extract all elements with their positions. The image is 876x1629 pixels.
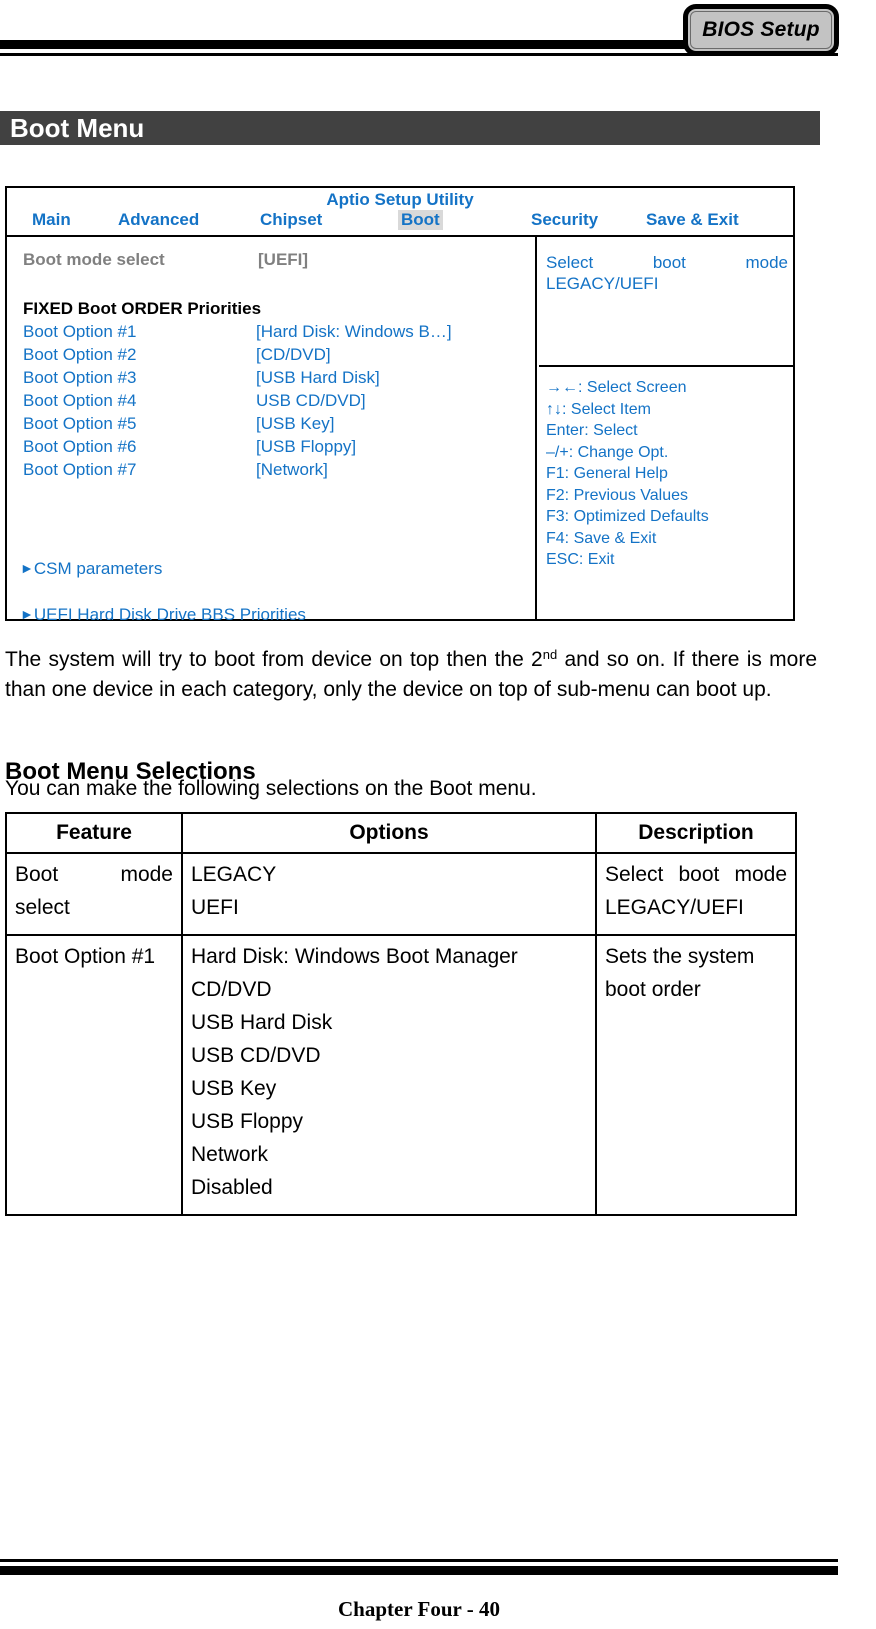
option-item: UEFI (191, 896, 239, 919)
bios-help-description-text: Select boot mode LEGACY/UEFI (546, 253, 788, 293)
boot-option-label: Boot Option #5 (23, 414, 137, 433)
fixed-boot-order-heading: FIXED Boot ORDER Priorities (23, 299, 262, 318)
boot-option-row[interactable]: Boot Option #5 [USB Key] (7, 414, 537, 437)
selections-intro-text: You can make the following selections on… (5, 777, 537, 800)
option-item: Network (191, 1143, 269, 1166)
boot-option-label: Boot Option #2 (23, 345, 137, 364)
bios-setup-badge: BIOS Setup (683, 4, 839, 56)
boot-options-list: Boot Option #1 [Hard Disk: Windows B…] B… (7, 322, 537, 483)
cell-feature: Boot Option #1 (5, 934, 183, 1216)
footer-rule-thick (0, 1566, 838, 1575)
column-header-description: Description (595, 812, 797, 854)
triangle-right-icon: ► (20, 560, 34, 576)
bios-screen-mockup: Aptio Setup Utility Main Advanced Chipse… (5, 186, 795, 624)
table-row: Boot mode select LEGACY UEFI Select boot… (5, 852, 797, 936)
boot-option-label: Boot Option #3 (23, 368, 137, 387)
ordinal-superscript: nd (542, 647, 558, 662)
boot-mode-select-value[interactable]: [UEFI] (258, 250, 308, 270)
boot-option-row[interactable]: Boot Option #1 [Hard Disk: Windows B…] (7, 322, 537, 345)
bios-help-pane: Select boot mode LEGACY/UEFI →←: Select … (539, 237, 793, 621)
cell-description: Sets the system boot order (595, 934, 797, 1216)
key-legend-change-opt: –/+: Change Opt. (546, 443, 669, 461)
boot-option-value[interactable]: [Network] (256, 460, 328, 480)
submenu-label: UEFI Hard Disk Drive BBS Priorities (33, 605, 306, 624)
page-footer: Chapter Four - 40 (0, 1545, 876, 1629)
boot-mode-select-row[interactable]: Boot mode select [UEFI] (7, 237, 537, 283)
option-item: USB Key (191, 1077, 277, 1100)
option-item: USB Floppy (191, 1110, 304, 1133)
boot-option-label: Boot Option #7 (23, 460, 137, 479)
table-row: Boot Option #1 Hard Disk: Windows Boot M… (5, 934, 797, 1216)
bios-utility-title: Aptio Setup Utility (326, 190, 474, 209)
description-line: LEGACY/UEFI (605, 896, 744, 919)
key-legend-previous-values: F2: Previous Values (546, 486, 688, 504)
column-header-feature: Feature (5, 812, 183, 854)
tab-save-exit[interactable]: Save & Exit (643, 210, 742, 230)
key-legend-save-exit: F4: Save & Exit (546, 529, 657, 547)
triangle-right-icon: ► (20, 606, 34, 622)
boot-option-row[interactable]: Boot Option #4 USB CD/DVD] (7, 391, 537, 414)
boot-option-value[interactable]: [USB Floppy] (256, 437, 356, 457)
option-item: Hard Disk: Windows Boot Manager (191, 945, 518, 968)
boot-option-label: Boot Option #1 (23, 322, 137, 341)
tab-chipset[interactable]: Chipset (257, 210, 325, 230)
option-item: CD/DVD (191, 978, 272, 1001)
key-legend-select-item: ↑↓: Select Item (546, 400, 651, 418)
bios-setup-badge-label: BIOS Setup (702, 18, 820, 41)
bios-titlebar: Aptio Setup Utility Main Advanced Chipse… (7, 188, 793, 237)
tab-boot[interactable]: Boot (398, 210, 443, 230)
option-item: LEGACY (191, 863, 277, 886)
key-legend-optimized-defaults: F3: Optimized Defaults (546, 508, 709, 525)
cell-feature: Boot mode select (5, 852, 183, 936)
submenu-label: CSM parameters (33, 559, 163, 578)
option-item: USB CD/DVD (191, 1044, 321, 1067)
footer-rule-thin (0, 1559, 838, 1562)
boot-option-row[interactable]: Boot Option #3 [USB Hard Disk] (7, 368, 537, 391)
tab-main[interactable]: Main (29, 210, 74, 230)
bios-help-description-box: Select boot mode LEGACY/UEFI (539, 237, 793, 367)
paragraph-part1: The system will try to boot from device … (5, 648, 543, 671)
footer-page-label: Chapter Four - 40 (338, 1597, 500, 1621)
option-item: Disabled (191, 1176, 273, 1199)
table-header-row: Feature Options Description (5, 812, 797, 854)
boot-option-value[interactable]: [USB Hard Disk] (256, 368, 380, 388)
cell-description: Select boot mode LEGACY/UEFI (595, 852, 797, 936)
section-title-bar: Boot Menu (0, 111, 820, 145)
bios-tab-bar: Main Advanced Chipset Boot Security Save… (7, 210, 793, 234)
key-legend-enter-select: Enter: Select (546, 422, 638, 439)
boot-option-row[interactable]: Boot Option #2 [CD/DVD] (7, 345, 537, 368)
boot-menu-selections-table: Feature Options Description Boot mode se… (5, 812, 797, 1216)
cell-options: LEGACY UEFI (181, 852, 597, 936)
boot-option-row[interactable]: Boot Option #6 [USB Floppy] (7, 437, 537, 460)
intro-paragraph: The system will try to boot from device … (5, 645, 817, 705)
bios-settings-pane: Boot mode select [UEFI] FIXED Boot ORDER… (7, 237, 537, 624)
bios-body: Boot mode select [UEFI] FIXED Boot ORDER… (7, 237, 793, 624)
boot-mode-select-label: Boot mode select (23, 250, 165, 269)
bios-key-legend-box: →←: Select Screen ↑↓: Select Item Enter:… (539, 367, 793, 571)
cell-options: Hard Disk: Windows Boot Manager CD/DVD U… (181, 934, 597, 1216)
tab-security[interactable]: Security (528, 210, 601, 230)
key-legend-select-screen: →←: Select Screen (546, 379, 687, 396)
key-legend-esc-exit: ESC: Exit (546, 551, 615, 568)
page-title: Boot Menu (10, 112, 145, 143)
submenu-uefi-hard-disk-bbs[interactable]: ►UEFI Hard Disk Drive BBS Priorities (20, 605, 306, 625)
column-header-options: Options (181, 812, 597, 854)
submenu-csm-parameters[interactable]: ►CSM parameters (20, 559, 162, 579)
option-item: USB Hard Disk (191, 1011, 333, 1034)
description-line: Select boot mode (605, 863, 787, 886)
boot-option-value[interactable]: [CD/DVD] (256, 345, 331, 365)
boot-option-label: Boot Option #6 (23, 437, 137, 456)
boot-option-label: Boot Option #4 (23, 391, 137, 410)
page-header: BIOS Setup (0, 0, 876, 100)
boot-option-value[interactable]: [USB Key] (256, 414, 334, 434)
key-legend-general-help: F1: General Help (546, 465, 668, 482)
boot-option-value[interactable]: [Hard Disk: Windows B…] (256, 322, 452, 342)
boot-option-value[interactable]: USB CD/DVD] (256, 391, 366, 411)
boot-option-row[interactable]: Boot Option #7 [Network] (7, 460, 537, 483)
tab-advanced[interactable]: Advanced (115, 210, 202, 230)
